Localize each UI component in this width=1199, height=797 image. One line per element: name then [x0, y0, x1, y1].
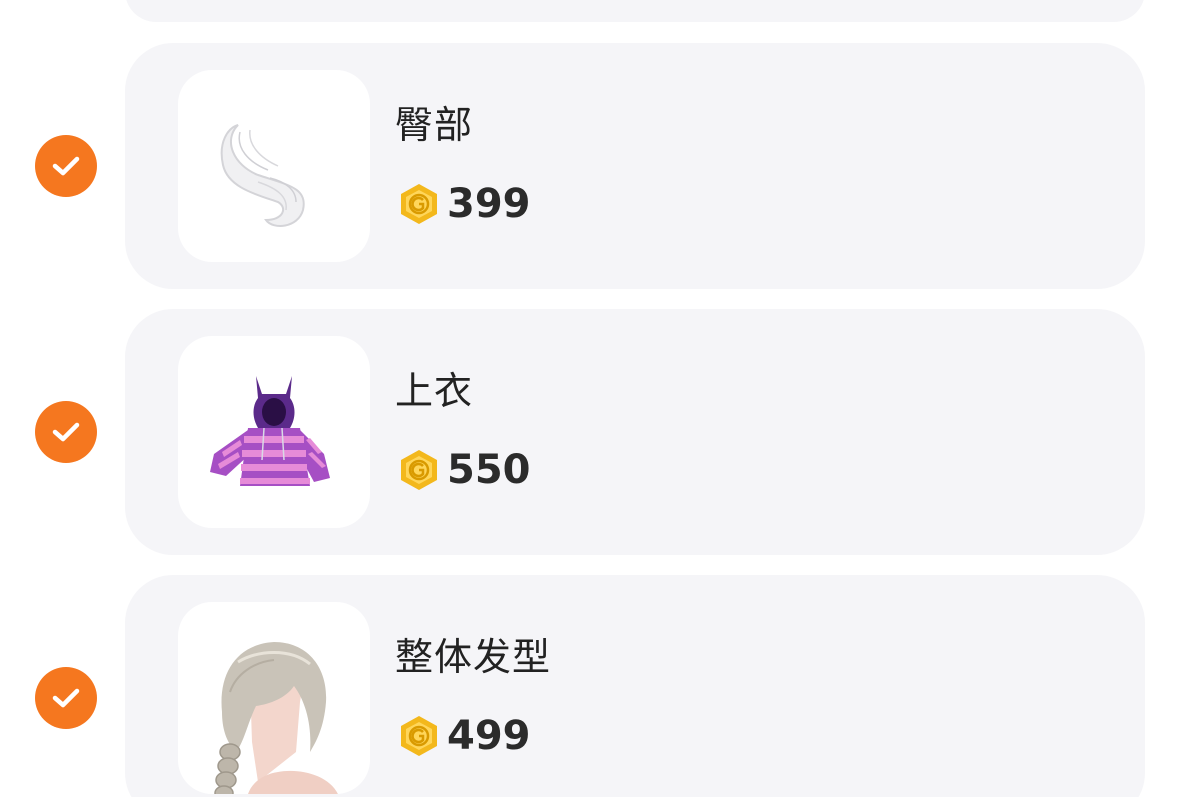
- cart-item-row: 上衣 550: [0, 309, 1199, 555]
- cart-item-card[interactable]: 上衣 550: [125, 309, 1145, 555]
- select-checkbox[interactable]: [35, 401, 97, 463]
- cart-item-card-partial[interactable]: [125, 0, 1145, 22]
- checkmark-icon: [52, 688, 80, 708]
- item-price: 499: [397, 713, 531, 759]
- item-title: 臀部: [395, 103, 474, 147]
- select-checkbox[interactable]: [35, 135, 97, 197]
- hoodie-icon: [210, 376, 330, 486]
- gold-coin-icon: [401, 716, 437, 756]
- item-title: 上衣: [395, 369, 474, 413]
- item-thumbnail: [178, 70, 370, 262]
- gold-coin-icon: [401, 184, 437, 224]
- select-checkbox[interactable]: [35, 667, 97, 729]
- cart-item-row: 臀部 399: [0, 43, 1199, 289]
- price-value: 399: [447, 181, 531, 227]
- price-value: 499: [447, 713, 531, 759]
- item-title: 整体发型: [395, 635, 552, 679]
- tail-icon: [220, 124, 305, 227]
- price-value: 550: [447, 447, 531, 493]
- item-thumbnail: [178, 602, 370, 794]
- item-thumbnail: [178, 336, 370, 528]
- gold-coin-icon: [401, 450, 437, 490]
- cart-item-list: 臀部 399 上衣 550 整体发型 499: [0, 0, 1199, 797]
- cart-item-card[interactable]: 臀部 399: [125, 43, 1145, 289]
- item-price: 399: [397, 181, 531, 227]
- cart-item-card[interactable]: 整体发型 499: [125, 575, 1145, 797]
- hair-icon: [214, 642, 338, 794]
- item-price: 550: [397, 447, 531, 493]
- checkmark-icon: [52, 156, 80, 176]
- cart-item-row: 整体发型 499: [0, 575, 1199, 797]
- checkmark-icon: [52, 422, 80, 442]
